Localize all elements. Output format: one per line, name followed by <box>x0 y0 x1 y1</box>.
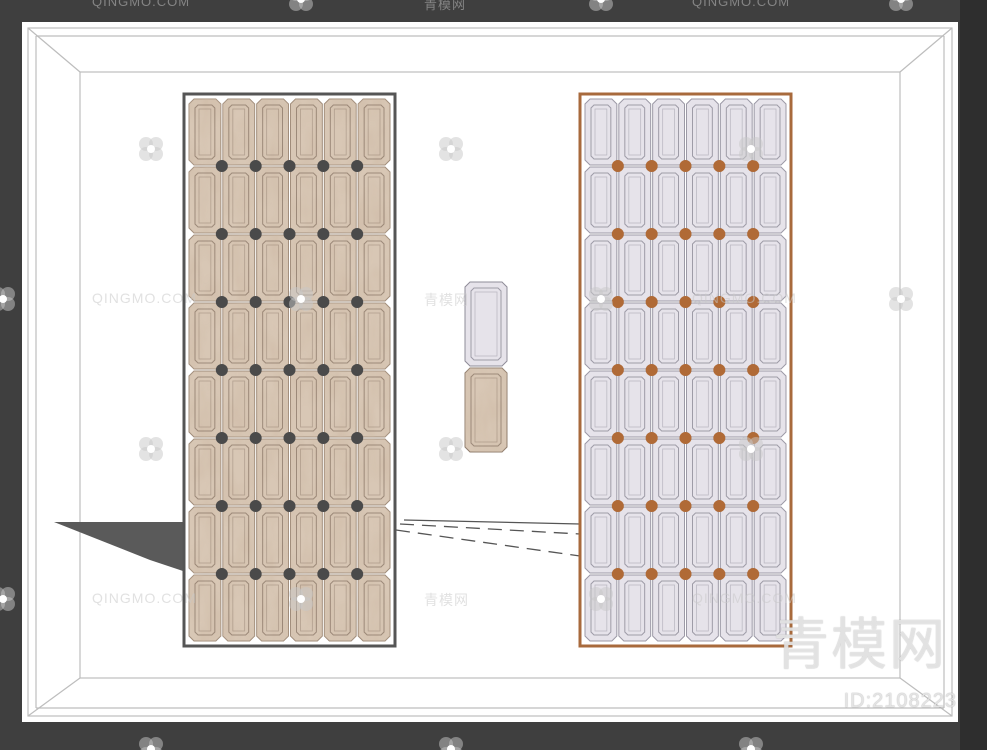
connector-dot <box>317 500 330 512</box>
connector-dot <box>611 160 624 172</box>
connector-dot <box>249 364 262 376</box>
connector-dot <box>611 296 624 308</box>
connector-dot <box>679 432 692 444</box>
connector-dot <box>249 160 262 172</box>
connector-dot <box>215 228 228 240</box>
connector-dot <box>713 160 726 172</box>
connector-dot <box>249 228 262 240</box>
connector-dot <box>713 364 726 376</box>
connector-dot <box>679 160 692 172</box>
watermark-text: 青模网 <box>424 292 469 308</box>
connector-dot <box>645 160 658 172</box>
connector-dot <box>317 364 330 376</box>
connector-dot <box>747 160 760 172</box>
white-screen-panel <box>578 92 793 648</box>
connector-dot <box>283 500 296 512</box>
connector-dot <box>351 568 364 580</box>
connector-dot <box>679 296 692 308</box>
connector-dot <box>645 296 658 308</box>
watermark-id: ID:2108223 <box>843 690 957 712</box>
connector-dot <box>351 160 364 172</box>
connector-dot <box>283 364 296 376</box>
connector-dot <box>317 432 330 444</box>
connector-dot <box>645 568 658 580</box>
connector-dot <box>713 500 726 512</box>
connector-dot <box>215 432 228 444</box>
connector-dot <box>283 228 296 240</box>
connector-dot <box>249 296 262 308</box>
connector-dot <box>215 296 228 308</box>
connector-dot <box>249 568 262 580</box>
connector-dot <box>645 500 658 512</box>
connector-dot <box>215 568 228 580</box>
connector-dot <box>215 364 228 376</box>
connector-dot <box>215 160 228 172</box>
connector-dot <box>249 500 262 512</box>
connector-dot <box>317 568 330 580</box>
connector-dot <box>645 364 658 376</box>
connector-dot <box>611 500 624 512</box>
connector-dot <box>283 568 296 580</box>
connector-dot <box>317 296 330 308</box>
watermark-text: QINGMO.COM <box>692 290 797 306</box>
connector-dot <box>249 432 262 444</box>
connector-dot <box>645 228 658 240</box>
connector-dot <box>679 364 692 376</box>
connector-dot <box>611 364 624 376</box>
watermark-brand-large: 青模网 <box>773 613 947 678</box>
connector-dot <box>679 500 692 512</box>
connector-dot <box>713 568 726 580</box>
watermark-text: 青模网 <box>424 592 469 608</box>
connector-dot <box>611 432 624 444</box>
connector-dot <box>747 568 760 580</box>
watermark-text: QINGMO.COM <box>92 0 191 9</box>
watermark-text: QINGMO.COM <box>92 590 197 606</box>
connector-dot <box>283 160 296 172</box>
connector-dot <box>351 364 364 376</box>
connector-dot <box>747 228 760 240</box>
connector-dot <box>747 500 760 512</box>
connector-dot <box>747 364 760 376</box>
connector-dot <box>351 432 364 444</box>
connector-dot <box>351 296 364 308</box>
connector-dot <box>645 432 658 444</box>
connector-dot <box>679 228 692 240</box>
connector-dot <box>611 568 624 580</box>
connector-dot <box>351 228 364 240</box>
watermark-text: 青模网 <box>424 0 467 12</box>
watermark-text: QINGMO.COM <box>92 290 197 306</box>
connector-dot <box>215 500 228 512</box>
connector-dot <box>713 432 726 444</box>
marble-screen-panel <box>182 92 397 648</box>
connector-dot <box>351 500 364 512</box>
connector-dot <box>713 228 726 240</box>
connector-dot <box>317 228 330 240</box>
connector-dot <box>317 160 330 172</box>
connector-dot <box>283 432 296 444</box>
watermark-text: QINGMO.COM <box>692 0 791 9</box>
connector-dot <box>611 228 624 240</box>
connector-dot <box>679 568 692 580</box>
